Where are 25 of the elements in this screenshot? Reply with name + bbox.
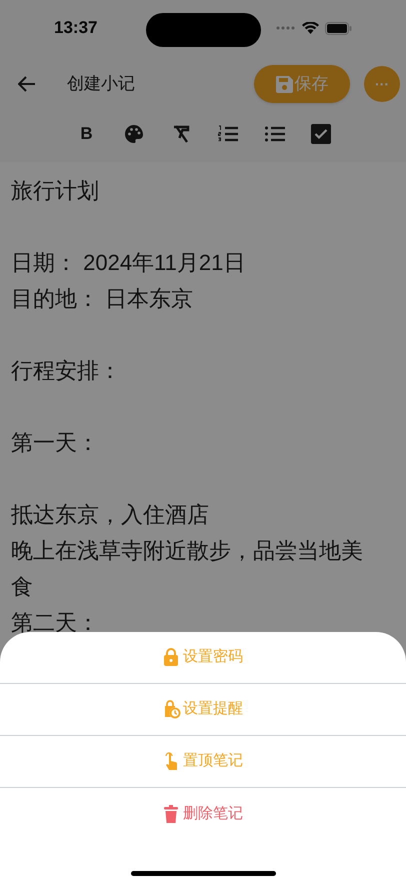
battery-icon xyxy=(325,22,352,34)
wifi-icon xyxy=(302,22,319,34)
note-line: 晚上在浅草寺附近散步，品尝当地美食 xyxy=(11,537,364,601)
note-line: 日期： 2024年11月21日 xyxy=(11,249,246,277)
page-title: 创建小记 xyxy=(67,73,135,96)
note-line: 目的地： 日本东京 xyxy=(11,285,194,313)
bag-clock-icon xyxy=(163,700,181,719)
checkbox-icon[interactable] xyxy=(310,124,330,144)
note-line: 抵达东京，入住酒店 xyxy=(11,501,210,529)
status-time: 13:37 xyxy=(54,17,98,40)
bold-button[interactable]: B xyxy=(76,123,98,145)
save-button[interactable]: 保存 xyxy=(254,65,350,103)
palette-icon[interactable] xyxy=(122,123,144,145)
lock-icon xyxy=(163,648,181,667)
menu-item[interactable]: 置顶笔记 xyxy=(0,736,406,788)
back-arrow-icon xyxy=(18,76,36,92)
note-line: 行程安排： xyxy=(11,357,122,385)
menu-item[interactable]: 设置密码 xyxy=(0,632,406,684)
note-line: 旅行计划 xyxy=(11,177,100,205)
signal-icon xyxy=(276,26,296,30)
trash-icon xyxy=(163,804,181,824)
delete-menu-item[interactable]: 删除笔记 xyxy=(0,788,406,840)
menu-item[interactable]: 设置提醒 xyxy=(0,684,406,736)
more-button[interactable]: ··· xyxy=(364,66,400,102)
note-line: 第一天： xyxy=(11,429,100,457)
